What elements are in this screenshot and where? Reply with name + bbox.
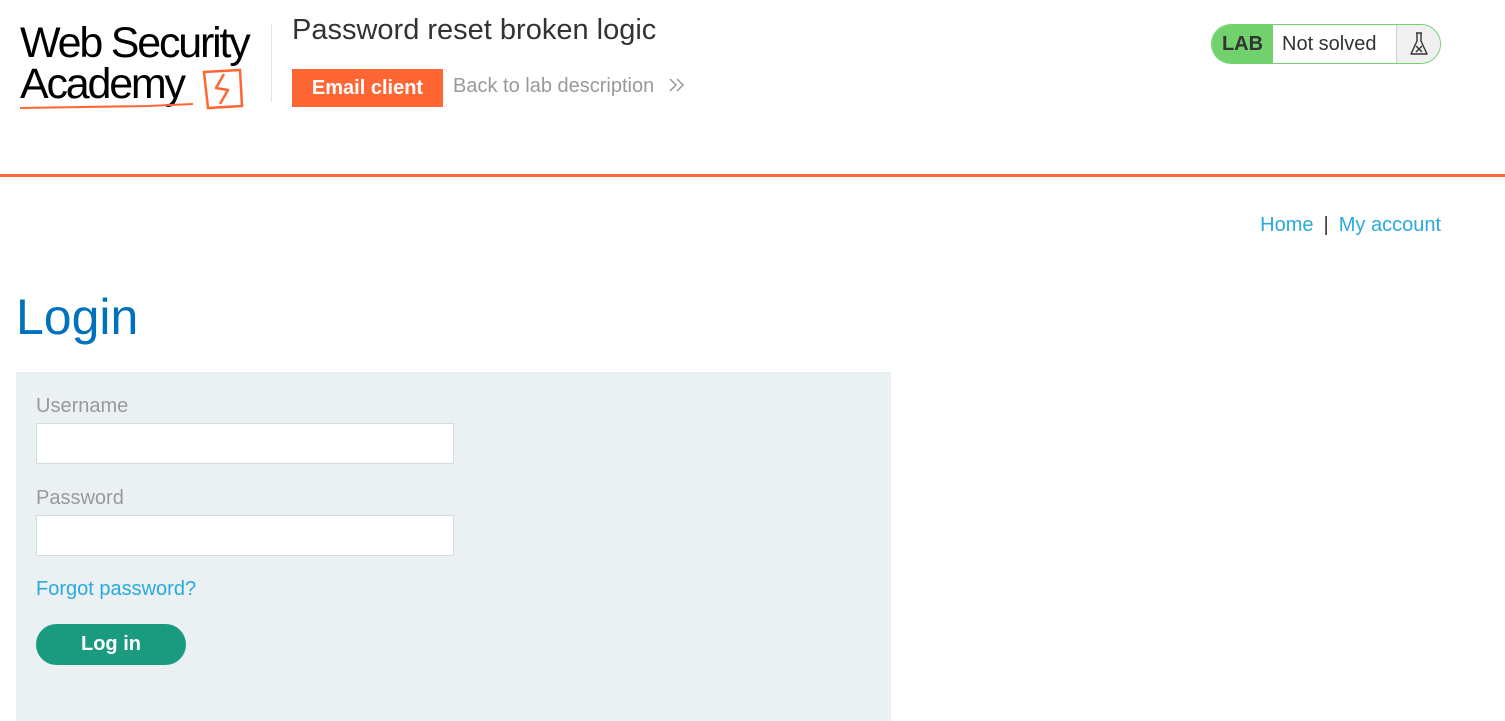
header-divider	[271, 24, 272, 102]
home-link[interactable]: Home	[1260, 214, 1313, 236]
my-account-link[interactable]: My account	[1339, 214, 1441, 236]
flask-icon	[1410, 32, 1428, 55]
lab-status-widget: LAB Not solved	[1211, 24, 1441, 64]
lab-status-flask	[1396, 25, 1440, 63]
password-input[interactable]	[36, 515, 454, 556]
back-link-label: Back to lab description	[453, 75, 655, 97]
logo-text-line1: Web Security	[20, 19, 251, 67]
username-label: Username	[36, 395, 129, 417]
email-client-button[interactable]: Email client	[292, 69, 443, 107]
double-chevron-right-icon	[669, 78, 684, 92]
nav-separator: |	[1323, 214, 1329, 236]
back-to-lab-description-link[interactable]: Back to lab description	[453, 75, 686, 98]
username-input[interactable]	[36, 423, 454, 464]
lab-header: Web Security Academy Password reset brok…	[0, 0, 1505, 177]
lab-title: Password reset broken logic	[292, 14, 657, 46]
log-in-button[interactable]: Log in	[36, 624, 186, 665]
login-form: Username Password Forgot password? Log i…	[16, 372, 891, 721]
forgot-password-link[interactable]: Forgot password?	[36, 578, 196, 601]
lab-tag: LAB	[1212, 25, 1273, 63]
top-navigation: Home | My account	[1260, 214, 1441, 237]
page-title: Login	[16, 289, 139, 345]
password-label: Password	[36, 487, 124, 509]
academy-lightning-logo-icon	[19, 68, 244, 110]
web-security-academy-logo[interactable]: Web Security Academy	[18, 20, 268, 116]
lab-status-text: Not solved	[1282, 33, 1377, 55]
